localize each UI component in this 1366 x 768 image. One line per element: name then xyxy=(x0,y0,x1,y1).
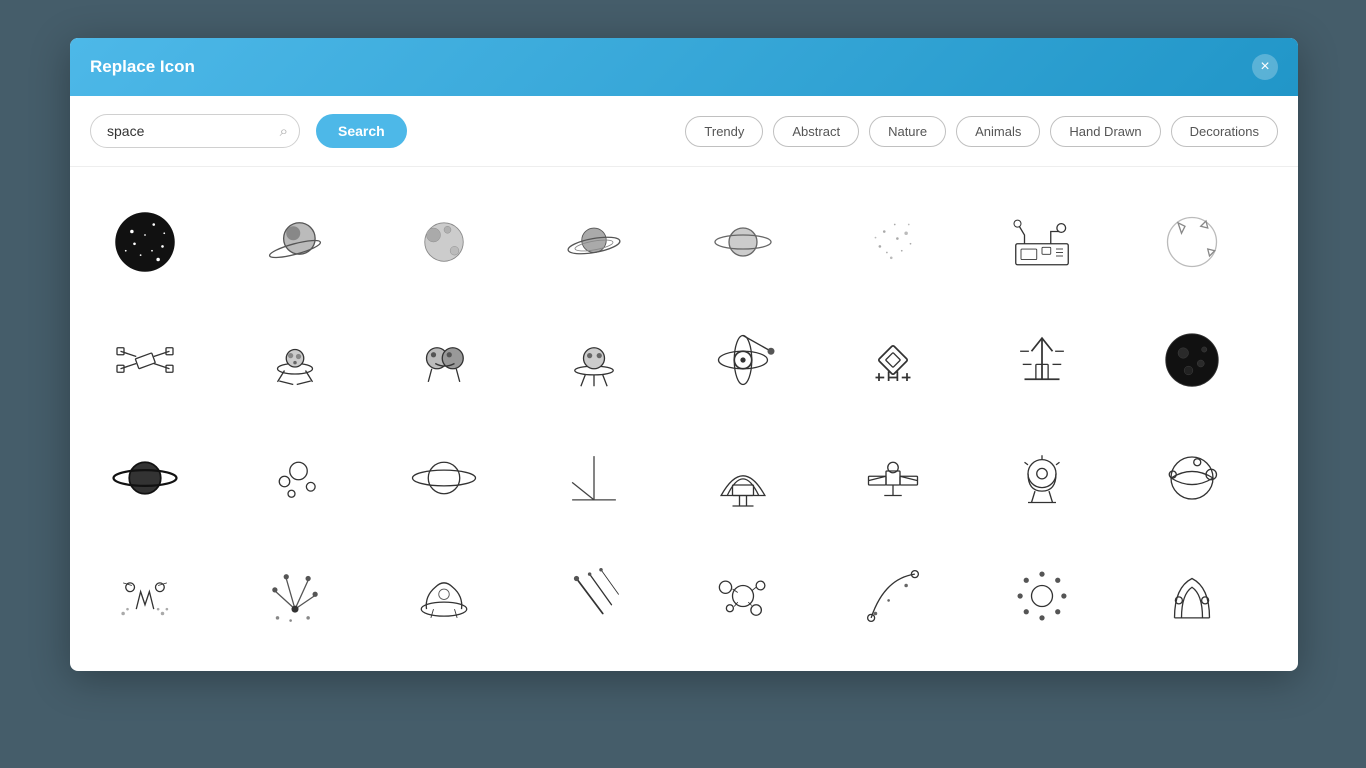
icon-grid xyxy=(90,177,1278,661)
icon-cell-10[interactable] xyxy=(240,305,350,415)
icon-cell-3[interactable] xyxy=(389,187,499,297)
icon-cell-16[interactable] xyxy=(1137,305,1247,415)
modal-toolbar: ⌕ Search Trendy Abstract Nature Animals … xyxy=(70,96,1298,167)
icon-cell-2[interactable] xyxy=(240,187,350,297)
modal-body xyxy=(70,167,1298,671)
modal-header: Replace Icon × xyxy=(70,38,1298,96)
icon-cell-11[interactable] xyxy=(389,305,499,415)
icon-cell-22[interactable] xyxy=(838,423,948,533)
icon-cell-32[interactable] xyxy=(1137,541,1247,651)
icon-cell-30[interactable] xyxy=(838,541,948,651)
icon-cell-9[interactable] xyxy=(90,305,200,415)
icon-cell-31[interactable] xyxy=(987,541,1097,651)
replace-icon-modal: Replace Icon × ⌕ Search Trendy Abstract … xyxy=(70,38,1298,671)
icon-cell-24[interactable] xyxy=(1137,423,1247,533)
icon-cell-8[interactable] xyxy=(1137,187,1247,297)
icon-cell-20[interactable] xyxy=(539,423,649,533)
filter-animals[interactable]: Animals xyxy=(956,116,1040,147)
close-button[interactable]: × xyxy=(1252,54,1278,80)
filter-abstract[interactable]: Abstract xyxy=(773,116,859,147)
icon-cell-17[interactable] xyxy=(90,423,200,533)
filter-nature[interactable]: Nature xyxy=(869,116,946,147)
filter-hand-drawn[interactable]: Hand Drawn xyxy=(1050,116,1160,147)
icon-cell-13[interactable] xyxy=(688,305,798,415)
modal-title: Replace Icon xyxy=(90,57,195,77)
icon-cell-7[interactable] xyxy=(987,187,1097,297)
search-wrapper: ⌕ xyxy=(90,114,300,148)
icon-cell-5[interactable] xyxy=(688,187,798,297)
icon-cell-15[interactable] xyxy=(987,305,1097,415)
icon-cell-29[interactable] xyxy=(688,541,798,651)
icon-cell-12[interactable] xyxy=(539,305,649,415)
icon-cell-6[interactable] xyxy=(838,187,948,297)
icon-cell-23[interactable] xyxy=(987,423,1097,533)
icon-cell-25[interactable] xyxy=(90,541,200,651)
icon-cell-4[interactable] xyxy=(539,187,649,297)
icon-cell-21[interactable] xyxy=(688,423,798,533)
filter-trendy[interactable]: Trendy xyxy=(685,116,763,147)
icon-cell-28[interactable] xyxy=(539,541,649,651)
filter-decorations[interactable]: Decorations xyxy=(1171,116,1278,147)
icon-cell-26[interactable] xyxy=(240,541,350,651)
icon-cell-14[interactable] xyxy=(838,305,948,415)
icon-cell-19[interactable] xyxy=(389,423,499,533)
icon-cell-1[interactable] xyxy=(90,187,200,297)
search-input[interactable] xyxy=(90,114,300,148)
icon-cell-27[interactable] xyxy=(389,541,499,651)
filter-tags: Trendy Abstract Nature Animals Hand Draw… xyxy=(685,116,1278,147)
search-button[interactable]: Search xyxy=(316,114,407,148)
icon-cell-18[interactable] xyxy=(240,423,350,533)
